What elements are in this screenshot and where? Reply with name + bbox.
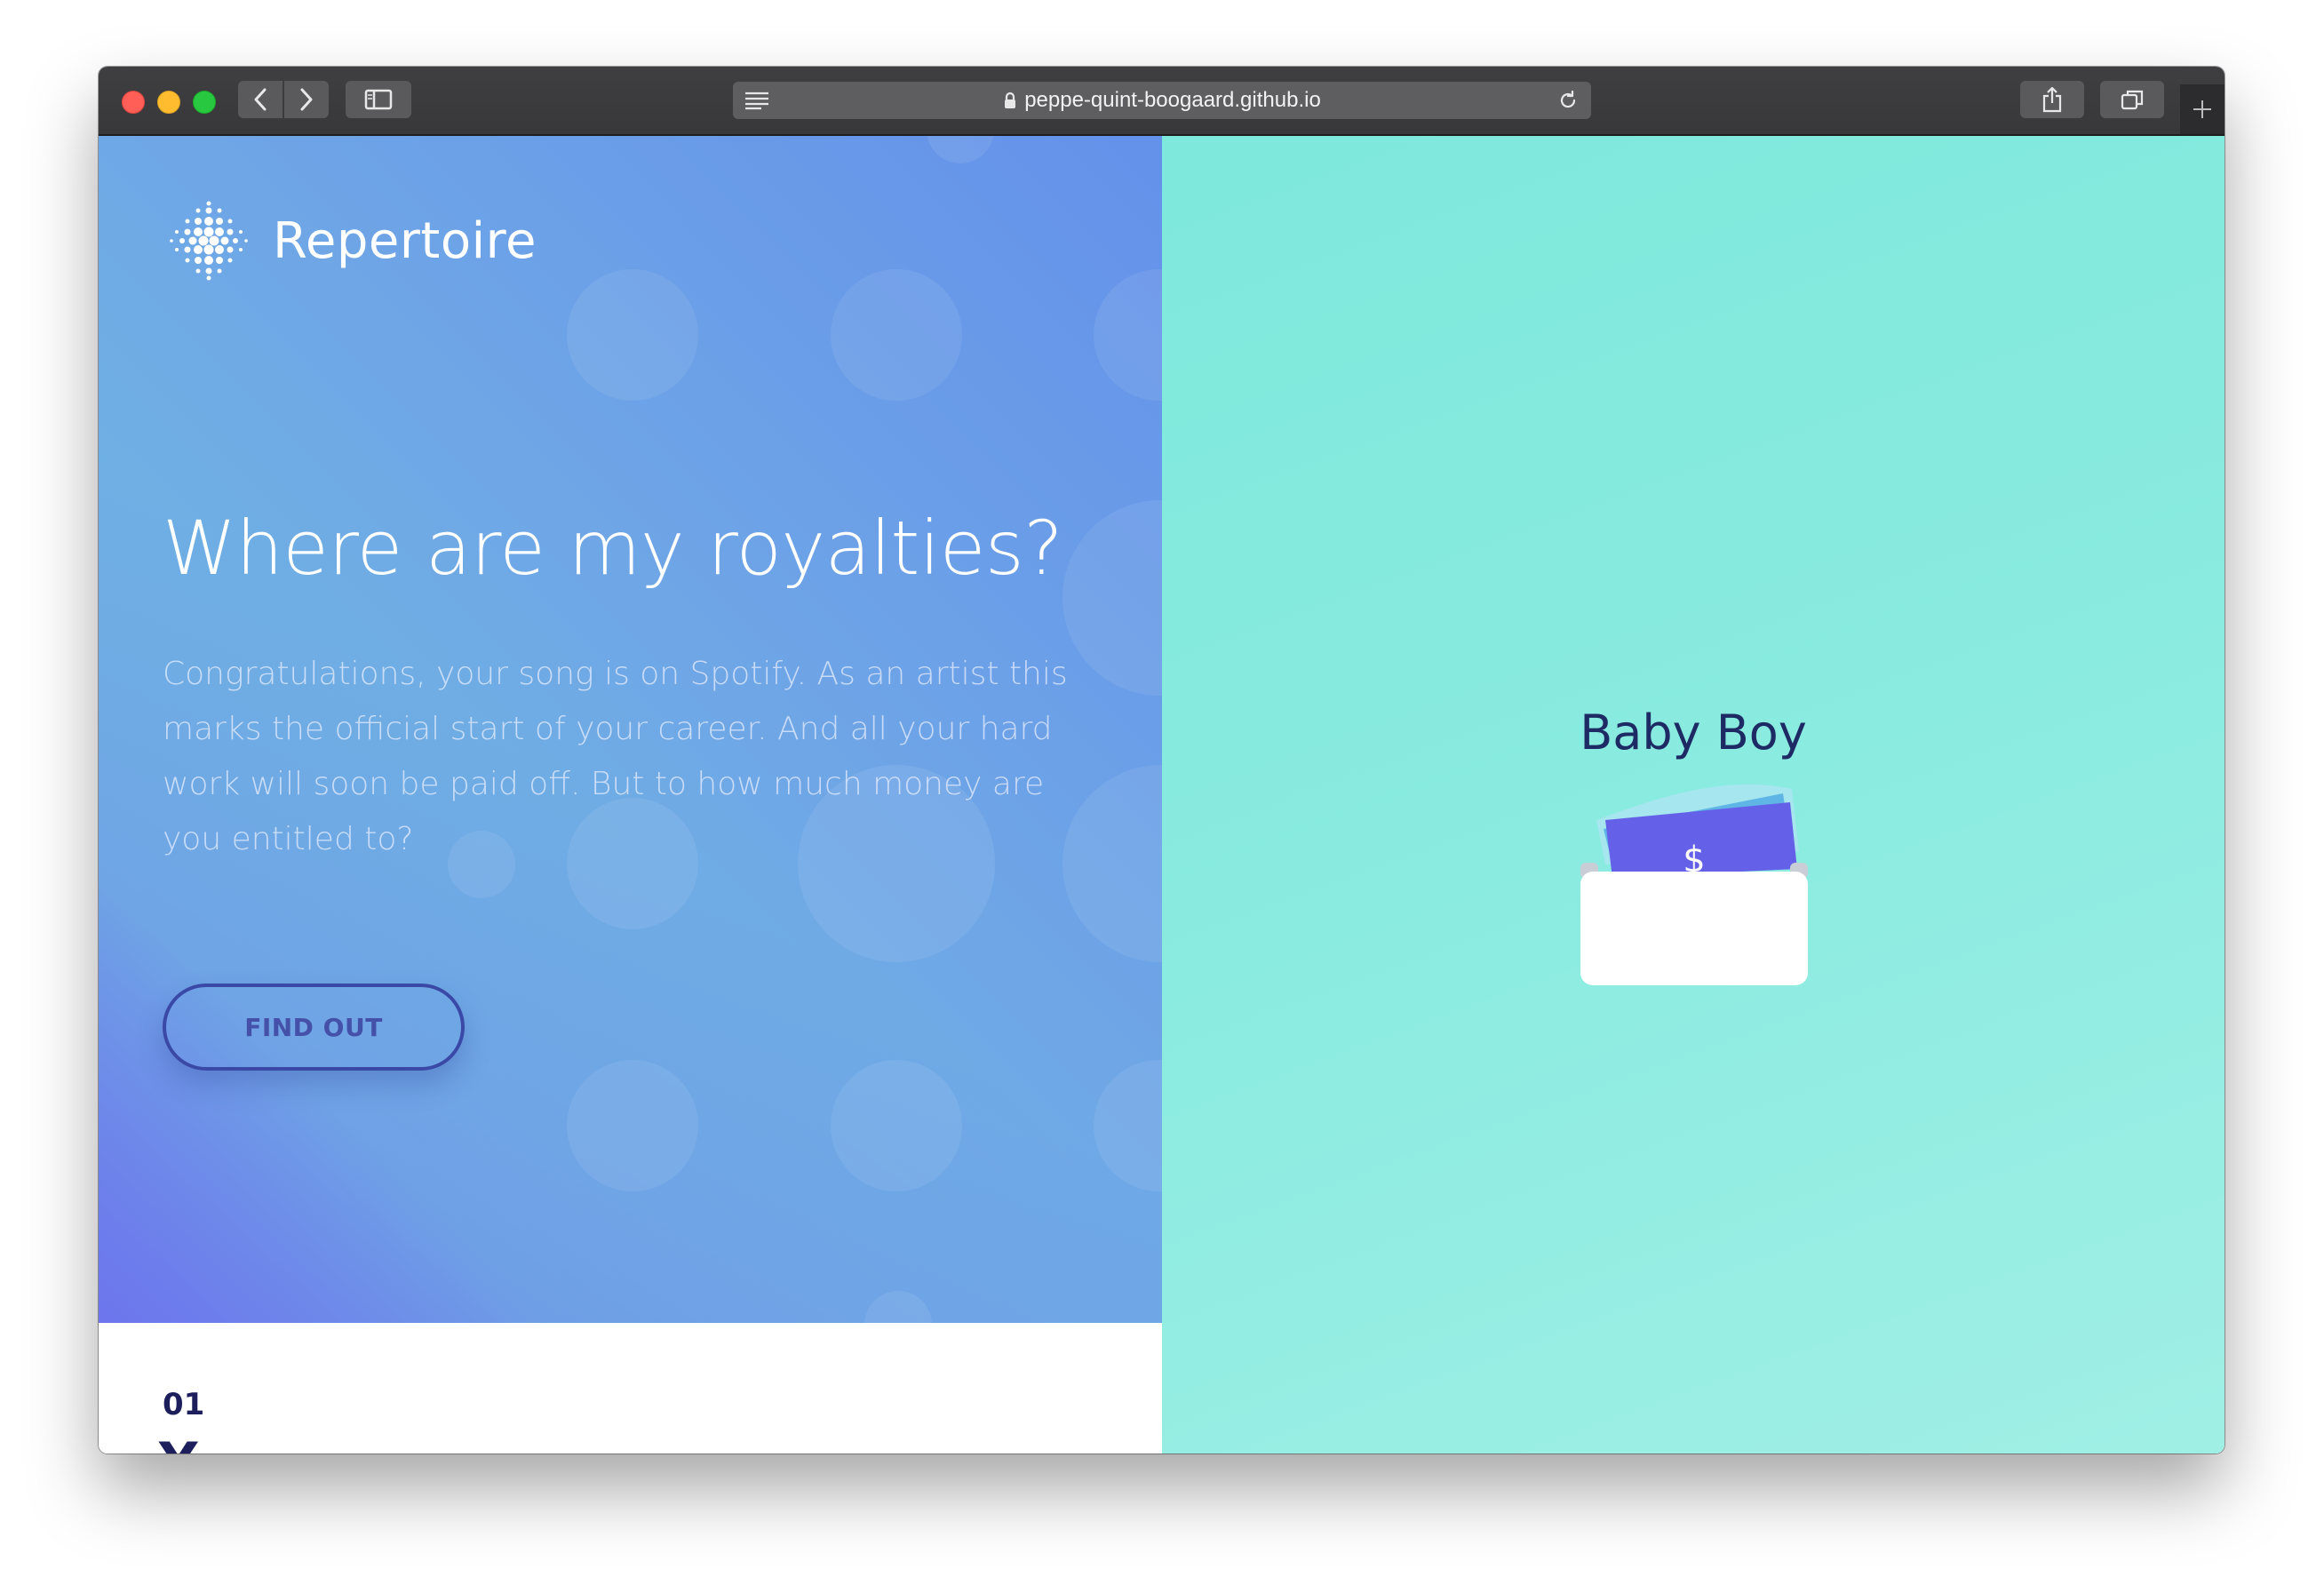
find-out-button[interactable]: FIND OUT bbox=[163, 984, 465, 1071]
plus-icon bbox=[2193, 100, 2211, 118]
browser-window: peppe-quint-boogaard.github.io Repertoir… bbox=[99, 67, 2225, 1454]
background-circle bbox=[864, 1291, 932, 1323]
background-circle bbox=[1094, 269, 1162, 401]
url-text: peppe-quint-boogaard.github.io bbox=[1024, 88, 1321, 112]
sidebar-icon bbox=[364, 89, 393, 110]
background-circle bbox=[567, 1060, 698, 1191]
hero-body-text: Congratulations, your song is on Spotify… bbox=[163, 656, 1068, 857]
step-number: 01 bbox=[163, 1387, 205, 1422]
dollar-sign: $ bbox=[1683, 840, 1705, 880]
hero-section: Repertoire Where are my royalties? Congr… bbox=[99, 136, 1162, 1323]
address-bar[interactable]: peppe-quint-boogaard.github.io bbox=[733, 82, 1591, 119]
new-tab-button[interactable] bbox=[2180, 84, 2225, 134]
logo[interactable]: Repertoire bbox=[166, 198, 537, 283]
back-icon bbox=[254, 88, 267, 111]
show-tabs-button[interactable] bbox=[2100, 81, 2164, 118]
minimize-window-button[interactable] bbox=[157, 91, 180, 114]
song-title: Baby Boy bbox=[1580, 705, 1807, 761]
wallet-money-icon: $ bbox=[1580, 784, 1808, 985]
sidebar-toggle-button[interactable] bbox=[346, 81, 411, 118]
url-display[interactable]: peppe-quint-boogaard.github.io bbox=[733, 82, 1591, 119]
logo-text: Repertoire bbox=[273, 211, 537, 270]
zoom-window-button[interactable] bbox=[193, 91, 216, 114]
reload-icon[interactable] bbox=[1557, 90, 1579, 111]
browser-toolbar: peppe-quint-boogaard.github.io bbox=[99, 67, 2225, 136]
share-button[interactable] bbox=[2020, 81, 2084, 118]
background-circle bbox=[831, 269, 962, 401]
tabs-icon bbox=[2121, 90, 2144, 110]
lock-icon bbox=[1003, 92, 1017, 109]
forward-button[interactable] bbox=[284, 81, 329, 118]
step-heading: Y bbox=[159, 1431, 197, 1454]
back-button[interactable] bbox=[238, 81, 283, 118]
hero-headline: Where are my royalties? bbox=[163, 505, 1063, 592]
background-circle bbox=[567, 269, 698, 401]
background-circle bbox=[1094, 1060, 1162, 1191]
close-window-button[interactable] bbox=[122, 91, 145, 114]
background-circle bbox=[927, 136, 994, 163]
steps-section: 01 Y bbox=[99, 1323, 1162, 1454]
share-icon bbox=[2042, 86, 2062, 113]
background-circle bbox=[831, 1060, 962, 1191]
dot-grid-logo-icon bbox=[170, 201, 248, 281]
song-panel: Baby Boy $ bbox=[1162, 136, 2225, 1454]
forward-icon bbox=[300, 88, 313, 111]
